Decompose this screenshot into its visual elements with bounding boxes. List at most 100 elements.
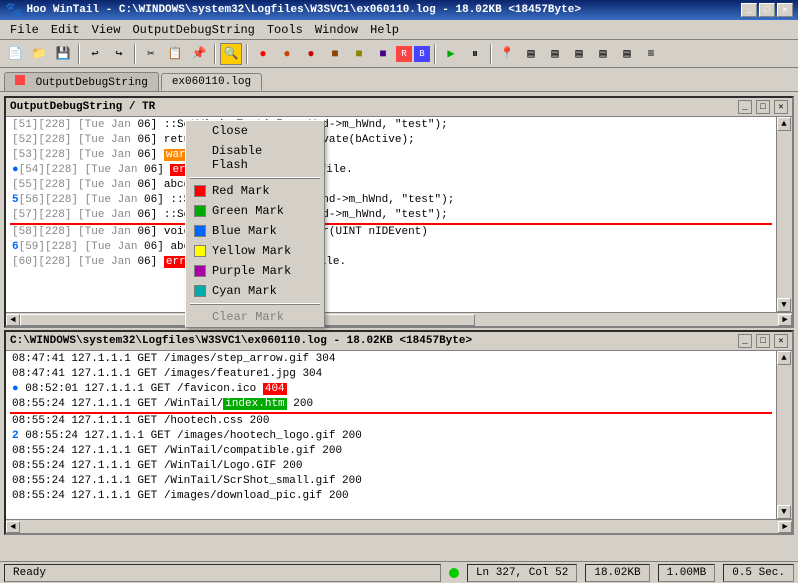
tb-r4[interactable]: ■ (324, 43, 346, 65)
menu-tools[interactable]: Tools (261, 21, 309, 39)
ctx-blue-mark[interactable]: Blue Mark (186, 221, 324, 241)
panel1-log-content[interactable]: [51][228] [Tue Jan 06] ::SetWindowText(p… (6, 117, 776, 312)
panel2-minimize[interactable]: _ (738, 334, 752, 348)
tb-g3[interactable]: ▤ (568, 43, 590, 65)
panel2-maximize[interactable]: □ (756, 334, 770, 348)
tb-play[interactable]: ▶ (440, 43, 462, 65)
minimize-button[interactable]: _ (741, 3, 757, 17)
tb-new[interactable]: 📄 (4, 43, 26, 65)
panel2-close[interactable]: ✕ (774, 334, 788, 348)
ctx-disable-flash[interactable]: Disable Flash (186, 141, 324, 175)
ctx-red-mark-label: Red Mark (212, 184, 270, 198)
tb-g5[interactable]: ▤ (616, 43, 638, 65)
ctx-cyan-mark[interactable]: Cyan Mark (186, 281, 324, 301)
ctx-sep2 (190, 303, 320, 305)
purple-mark-dot (194, 265, 206, 277)
tb-g1[interactable]: ▤ (520, 43, 542, 65)
log-line: 2 08:55:24 127.1.1.1 GET /images/hootech… (10, 429, 772, 444)
green-mark-dot (194, 205, 206, 217)
log-line: [55][228] [Tue Jan 06] abcdefg (10, 178, 772, 193)
tb-pause[interactable]: ⏸ (464, 43, 486, 65)
scroll-up[interactable]: ▲ (777, 117, 791, 131)
log-line: [60][228] [Tue Jan 06] error: failed to … (10, 255, 772, 270)
log-line: 08:55:24 127.1.1.1 GET /WinTail/compatib… (10, 444, 772, 459)
menu-edit[interactable]: Edit (45, 21, 86, 39)
hscroll-right[interactable]: ► (778, 314, 792, 326)
panel1-scrollbar[interactable]: ▲ ▼ (776, 117, 792, 312)
p2-hscroll-track[interactable] (20, 521, 778, 533)
tb-undo[interactable]: ↩ (84, 43, 106, 65)
panel2-controls: _ □ ✕ (738, 334, 788, 348)
log-line: [51][228] [Tue Jan 06] ::SetWindowText(p… (10, 118, 772, 133)
menu-file[interactable]: File (4, 21, 45, 39)
blue-mark-dot (194, 225, 206, 237)
panel2-hscroll[interactable]: ◄ ► (6, 519, 792, 533)
tb-r1[interactable]: ● (252, 43, 274, 65)
log-line: 5[56][228] [Tue Jan 06] ::SetWindowText(… (10, 193, 772, 208)
tab-bar: OutputDebugString ex060110.log (0, 68, 798, 92)
maximize-button[interactable]: □ (759, 3, 775, 17)
panel2-log-content[interactable]: 08:47:41 127.1.1.1 GET /images/step_arro… (6, 351, 776, 519)
tb-cut[interactable]: ✂ (140, 43, 162, 65)
p2-hscroll-right[interactable]: ► (778, 521, 792, 533)
tb-r3[interactable]: ● (300, 43, 322, 65)
log-line: [57][228] [Tue Jan 06] ::SetWindowText(p… (10, 208, 772, 225)
log-line: 08:55:24 127.1.1.1 GET /WinTail/Logo.GIF… (10, 459, 772, 474)
ctx-purple-mark[interactable]: Purple Mark (186, 261, 324, 281)
menu-window[interactable]: Window (309, 21, 364, 39)
log-line: 08:55:24 127.1.1.1 GET /images/download_… (10, 489, 772, 504)
ctx-close[interactable]: Close (186, 121, 324, 141)
ctx-purple-mark-label: Purple Mark (212, 264, 291, 278)
tb-r6[interactable]: ■ (372, 43, 394, 65)
ctx-green-mark[interactable]: Green Mark (186, 201, 324, 221)
tb-r8[interactable]: B (414, 46, 430, 62)
status-led (449, 568, 459, 578)
panel1-hscroll[interactable]: ◄ ► (6, 312, 792, 326)
menu-help[interactable]: Help (364, 21, 405, 39)
tb-r5[interactable]: ■ (348, 43, 370, 65)
tb-g2[interactable]: ▤ (544, 43, 566, 65)
tb-more[interactable]: ≡ (640, 43, 662, 65)
panel2-scrollbar[interactable]: ▲ ▼ (776, 351, 792, 519)
close-button[interactable]: ✕ (777, 3, 793, 17)
hscroll-track[interactable] (20, 314, 778, 326)
toolbar-sep1 (78, 44, 80, 64)
status-time: 0.5 Sec. (723, 564, 794, 582)
log-line: 08:55:24 127.1.1.1 GET /WinTail/index.ht… (10, 397, 772, 414)
ctx-red-mark[interactable]: Red Mark (186, 181, 324, 201)
log-line: ● 08:52:01 127.1.1.1 GET /favicon.ico 40… (10, 382, 772, 397)
red-mark-dot (194, 185, 206, 197)
toolbar: 📄 📁 💾 ↩ ↪ ✂ 📋 📌 🔍 ● ● ● ■ ■ ■ R B ▶ ⏸ 📍 … (0, 40, 798, 68)
panel1-maximize[interactable]: □ (756, 100, 770, 114)
log-line: 08:55:24 127.1.1.1 GET /hootech.css 200 (10, 414, 772, 429)
p2-scroll-track[interactable] (777, 365, 792, 505)
hscroll-left[interactable]: ◄ (6, 314, 20, 326)
status-ready: Ready (4, 564, 441, 582)
p2-scroll-down[interactable]: ▼ (777, 505, 791, 519)
p2-scroll-up[interactable]: ▲ (777, 351, 791, 365)
panel1-minimize[interactable]: _ (738, 100, 752, 114)
tb-copy[interactable]: 📋 (164, 43, 186, 65)
tab-log[interactable]: ex060110.log (161, 73, 262, 91)
tb-r7[interactable]: R (396, 46, 412, 62)
panel1-close[interactable]: ✕ (774, 100, 788, 114)
tb-open[interactable]: 📁 (28, 43, 50, 65)
ctx-yellow-mark[interactable]: Yellow Mark (186, 241, 324, 261)
ctx-blue-mark-label: Blue Mark (212, 224, 277, 238)
ctx-clear-mark: Clear Mark (186, 307, 324, 327)
tb-redo[interactable]: ↪ (108, 43, 130, 65)
tb-paste[interactable]: 📌 (188, 43, 210, 65)
tb-search[interactable]: 🔍 (220, 43, 242, 65)
scroll-down[interactable]: ▼ (777, 298, 791, 312)
tab-outputdebug[interactable]: OutputDebugString (4, 72, 159, 91)
panel2-title: C:\WINDOWS\system32\Logfiles\W3SVC1\ex06… (10, 335, 472, 347)
p2-hscroll-left[interactable]: ◄ (6, 521, 20, 533)
tb-g4[interactable]: ▤ (592, 43, 614, 65)
tb-pin[interactable]: 📍 (496, 43, 518, 65)
scroll-track[interactable] (777, 131, 792, 298)
yellow-mark-dot (194, 245, 206, 257)
tb-r2[interactable]: ● (276, 43, 298, 65)
menu-outputdebug[interactable]: OutputDebugString (126, 21, 260, 39)
tb-save[interactable]: 💾 (52, 43, 74, 65)
menu-view[interactable]: View (86, 21, 127, 39)
